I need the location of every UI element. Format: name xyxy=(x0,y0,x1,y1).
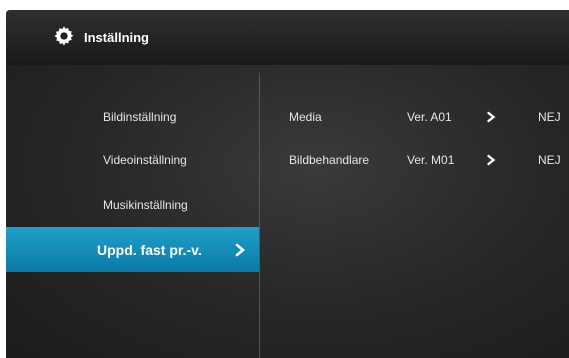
chevron-right-icon xyxy=(235,243,246,257)
chevron-right-icon[interactable] xyxy=(486,154,496,166)
firmware-version: Ver. M01 xyxy=(407,153,455,167)
firmware-name: Bildbehandlare xyxy=(289,153,370,167)
chevron-right-icon[interactable] xyxy=(486,111,496,123)
menu-item-videoinstallning[interactable]: Videoinställning xyxy=(103,153,187,167)
firmware-name: Media xyxy=(289,110,322,124)
firmware-update-value: NEJ xyxy=(538,153,561,167)
menu-item-uppd-fast-pr-v[interactable]: Uppd. fast pr.-v. xyxy=(6,227,259,272)
menu-item-bildinstallning[interactable]: Bildinställning xyxy=(103,110,176,124)
gear-icon xyxy=(54,26,74,46)
panel-divider xyxy=(259,73,260,358)
menu-item-musikinstallning[interactable]: Musikinställning xyxy=(103,198,188,212)
header-bar: Inställning xyxy=(6,10,569,65)
firmware-version: Ver. A01 xyxy=(407,110,452,124)
menu-item-label: Uppd. fast pr.-v. xyxy=(97,242,202,258)
firmware-update-value: NEJ xyxy=(538,110,561,124)
settings-screen: Inställning Bildinställning Videoinställ… xyxy=(6,10,569,358)
page-title: Inställning xyxy=(84,30,149,45)
